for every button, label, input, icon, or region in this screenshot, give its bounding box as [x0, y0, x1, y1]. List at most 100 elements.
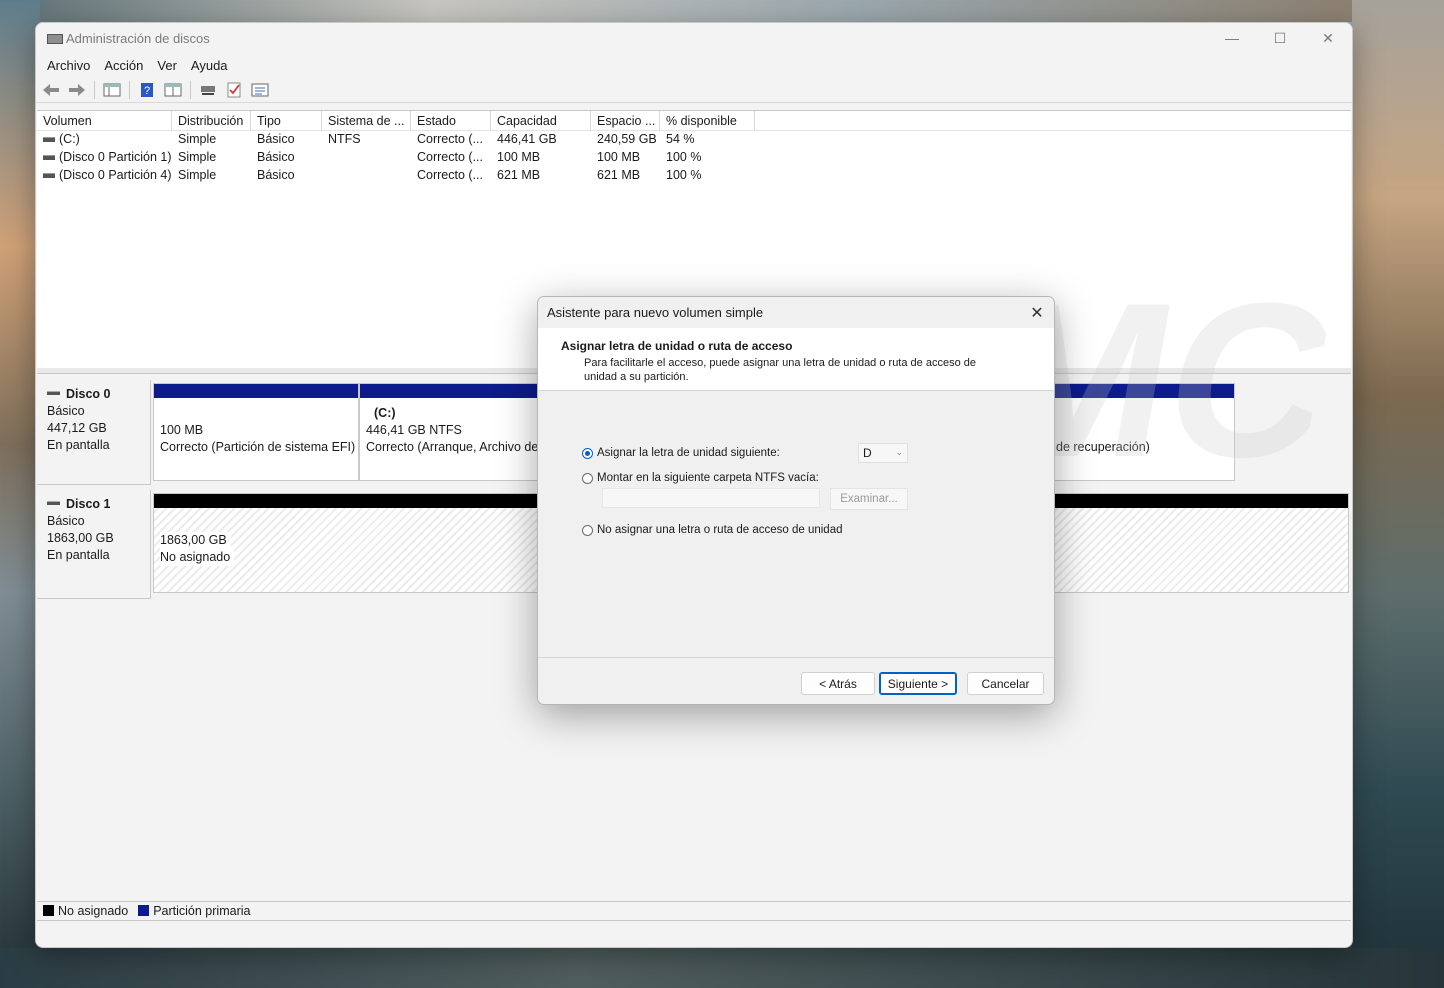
option-no-letter[interactable]: No asignar una letra o ruta de acceso de…	[582, 524, 843, 536]
dialog-heading: Asignar letra de unidad o ruta de acceso	[561, 339, 793, 353]
help-button[interactable]: ?	[136, 80, 158, 100]
free-space-cell: 100 MB	[597, 150, 641, 164]
capacity-cell: 446,41 GB	[497, 132, 557, 146]
toolbar-separator	[94, 80, 95, 99]
table-row[interactable]: (Disco 0 Partición 1) Simple Básico Corr…	[37, 149, 1351, 167]
drive-letter-select[interactable]: D ⌄	[858, 443, 908, 463]
type-cell: Básico	[257, 150, 295, 164]
option-mount-folder[interactable]: Montar en la siguiente carpeta NTFS vací…	[582, 472, 819, 484]
disk-0-label[interactable]: Disco 0 Básico 447,12 GB En pantalla	[37, 380, 151, 485]
disk-1-type: Básico	[47, 514, 85, 528]
back-arrow-icon	[43, 83, 59, 96]
menu-ayuda[interactable]: Ayuda	[184, 58, 235, 73]
filesystem-cell	[322, 167, 411, 185]
forward-button[interactable]	[66, 80, 88, 100]
option-assign-letter[interactable]: Asignar la letra de unidad siguiente:	[582, 447, 780, 459]
volume-icon	[43, 155, 55, 161]
column-header-tipo[interactable]: Tipo	[251, 111, 322, 130]
disk-icon	[47, 501, 60, 505]
back-button[interactable]: < Atrás	[801, 672, 875, 695]
window-controls: — ☐ ✕	[1208, 23, 1352, 53]
chevron-down-icon: ⌄	[895, 447, 903, 457]
unallocated-status: No asignado	[160, 549, 235, 566]
table-row[interactable]: (Disco 0 Partición 4) Simple Básico Corr…	[37, 167, 1351, 185]
volume-icon	[43, 173, 55, 179]
console-tree-button[interactable]	[101, 80, 123, 100]
disk-0-size: 447,12 GB	[47, 421, 107, 435]
properties-button[interactable]	[162, 80, 184, 100]
legend-unallocated: No asignado	[43, 904, 128, 918]
console-tree-icon	[103, 83, 121, 96]
properties-icon	[164, 83, 182, 96]
list-view-button[interactable]	[249, 80, 271, 100]
back-button[interactable]	[40, 80, 62, 100]
filesystem-cell: NTFS	[328, 132, 361, 146]
drive-letter-value: D	[863, 446, 872, 460]
table-row[interactable]: (C:) Simple Básico NTFS Correcto (... 44…	[37, 131, 1351, 149]
cancel-button[interactable]: Cancelar	[967, 672, 1044, 695]
next-button[interactable]: Siguiente >	[879, 672, 957, 695]
maximize-icon: ☐	[1273, 29, 1287, 46]
dialog-title: Asistente para nuevo volumen simple	[547, 305, 764, 320]
disk-0-name: Disco 0	[66, 387, 111, 401]
disk-1-label[interactable]: Disco 1 Básico 1863,00 GB En pantalla	[37, 490, 151, 599]
close-icon: ✕	[1030, 304, 1044, 322]
desktop-wallpaper-right	[1352, 0, 1444, 988]
option-assign-letter-label: Asignar la letra de unidad siguiente:	[597, 447, 780, 459]
checklist-button[interactable]	[223, 80, 245, 100]
forward-arrow-icon	[69, 83, 85, 96]
partition-c-status: Correcto (Arranque, Archivo de	[366, 440, 539, 454]
disk-icon	[47, 391, 60, 395]
layout-cell: Simple	[178, 168, 217, 182]
column-header-distribucion[interactable]: Distribución	[172, 111, 251, 130]
volume-name: (Disco 0 Partición 1)	[59, 150, 172, 164]
menu-archivo[interactable]: Archivo	[40, 58, 97, 73]
column-header-sistema[interactable]: Sistema de ...	[322, 111, 411, 130]
option-mount-folder-label: Montar en la siguiente carpeta NTFS vací…	[597, 472, 819, 484]
minimize-button[interactable]: —	[1208, 23, 1256, 53]
toolbar-separator	[129, 80, 130, 99]
help-icon: ?	[141, 82, 153, 97]
unallocated-swatch	[43, 905, 54, 916]
free-percent-cell: 54 %	[666, 132, 695, 146]
dialog-header: Asignar letra de unidad o ruta de acceso…	[538, 328, 1054, 391]
browse-button[interactable]: Examinar...	[830, 488, 908, 510]
minimize-icon: —	[1225, 30, 1239, 46]
maximize-button[interactable]: ☐	[1256, 23, 1304, 53]
column-header-disponible[interactable]: % disponible	[660, 111, 755, 130]
close-icon: ✕	[1322, 29, 1334, 46]
folder-path-input[interactable]	[602, 488, 820, 508]
radio-no-letter[interactable]	[582, 524, 593, 536]
partition-c-size: 446,41 GB NTFS	[366, 423, 462, 437]
radio-mount-folder[interactable]	[582, 472, 593, 484]
disk-0-status: En pantalla	[47, 438, 110, 452]
status-cell: Correcto (...	[417, 132, 483, 146]
toolbar-separator	[190, 80, 191, 99]
rescan-button[interactable]	[197, 80, 219, 100]
column-header-espacio[interactable]: Espacio ...	[591, 111, 660, 130]
partition-c-label: (C:)	[374, 406, 396, 420]
unallocated-size: 1863,00 GB	[160, 532, 231, 549]
volume-icon	[43, 137, 55, 143]
type-cell: Básico	[257, 168, 295, 182]
radio-assign-letter[interactable]	[582, 447, 593, 459]
menu-accion[interactable]: Acción	[97, 58, 150, 73]
dialog-body: Asignar la letra de unidad siguiente: D …	[538, 391, 1054, 657]
option-no-letter-label: No asignar una letra o ruta de acceso de…	[597, 524, 843, 536]
dialog-close-button[interactable]: ✕	[1020, 297, 1054, 328]
column-header-capacidad[interactable]: Capacidad	[491, 111, 591, 130]
column-header-volumen[interactable]: Volumen	[37, 111, 172, 130]
volume-list-header: Volumen Distribución Tipo Sistema de ...…	[37, 111, 1351, 131]
column-header-estado[interactable]: Estado	[411, 111, 491, 130]
menu-bar: Archivo Acción Ver Ayuda	[36, 53, 1352, 77]
partition-efi[interactable]: 100 MB Correcto (Partición de sistema EF…	[153, 383, 359, 481]
free-percent-cell: 100 %	[666, 168, 702, 182]
desktop-wallpaper-top	[0, 0, 1444, 22]
primary-partition-bar	[154, 384, 358, 398]
menu-ver[interactable]: Ver	[150, 58, 184, 73]
list-view-icon	[251, 83, 269, 96]
close-window-button[interactable]: ✕	[1304, 23, 1352, 53]
dialog-title-bar: Asistente para nuevo volumen simple ✕	[538, 297, 1054, 328]
new-simple-volume-wizard: Asistente para nuevo volumen simple ✕ As…	[537, 296, 1055, 705]
dialog-description: Para facilitarle el acceso, puede asigna…	[584, 357, 976, 383]
